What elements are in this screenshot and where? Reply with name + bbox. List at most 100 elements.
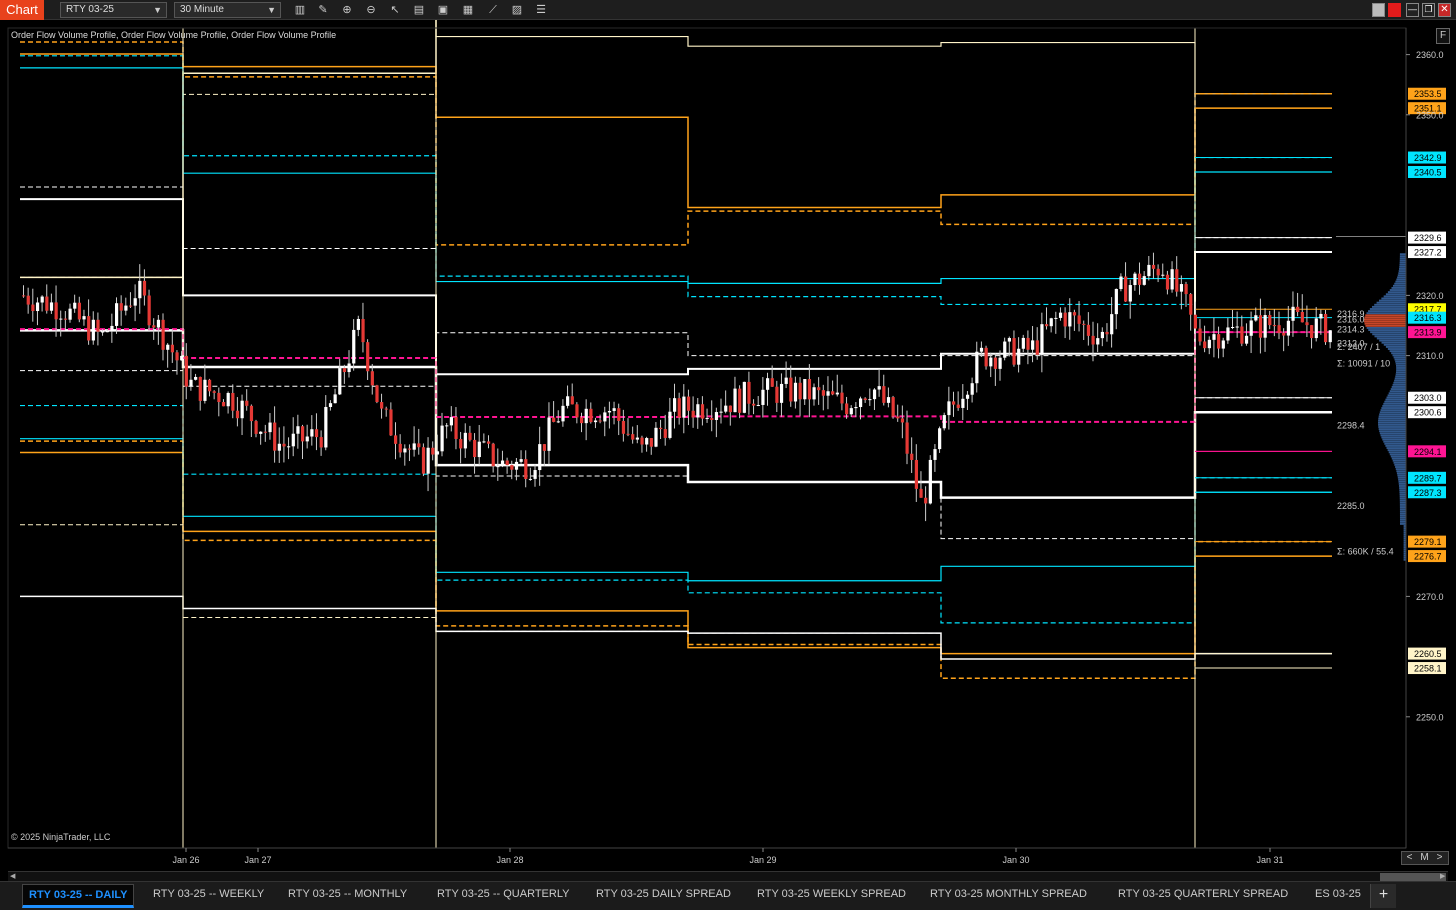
instrument-selector[interactable]: RTY 03-25 ▼: [60, 2, 167, 18]
profile-label: Σ: 2407 / 1: [1337, 342, 1380, 352]
candle-body: [1035, 340, 1039, 355]
candle-body: [319, 437, 323, 448]
candle-body: [1193, 314, 1197, 329]
candle-body: [654, 427, 658, 447]
candle-body: [491, 443, 495, 467]
app-title[interactable]: Chart: [0, 0, 44, 20]
candle-body: [454, 417, 458, 439]
profile-bar: [1374, 335, 1406, 338]
price-tick-label: 2360.0: [1416, 50, 1444, 60]
candle-body: [817, 387, 821, 391]
candle-body: [686, 396, 691, 411]
candle-body: [156, 319, 161, 328]
maximize-icon[interactable]: ❐: [1422, 3, 1435, 17]
tab-rty-quarterly-spread[interactable]: RTY 03-25 QUARTERLY SPREAD: [1112, 884, 1294, 908]
interval-selector[interactable]: 30 Minute ▼: [174, 2, 281, 18]
candle-body: [859, 398, 863, 408]
candle-body: [380, 402, 384, 409]
scroll-left-button[interactable]: <: [1402, 852, 1417, 864]
minimize-icon[interactable]: —: [1406, 3, 1419, 17]
candle-body: [1240, 326, 1244, 344]
candle-body: [1328, 330, 1332, 343]
close-icon[interactable]: ✕: [1438, 3, 1451, 17]
profile-bar: [1389, 350, 1406, 353]
profile-bar: [1393, 461, 1406, 464]
candle-body: [1221, 340, 1225, 349]
tab-rty-monthly-spread[interactable]: RTY 03-25 MONTHLY SPREAD: [924, 884, 1093, 908]
profile-bar: [1383, 343, 1406, 346]
profile-bar: [1378, 419, 1406, 422]
candle-body: [556, 421, 560, 423]
bar-type-icon[interactable]: ▥: [291, 2, 309, 18]
profile-bar: [1399, 512, 1406, 515]
candle-body: [128, 305, 133, 307]
profile-bar: [1379, 411, 1406, 414]
template-icon[interactable]: ▣: [434, 2, 452, 18]
data-box-icon[interactable]: ▨: [508, 2, 526, 18]
pointer-icon[interactable]: ↖: [386, 2, 404, 18]
chart-canvas[interactable]: 2316.92316.02314.32312.0Σ: 2407 / 1Σ: 10…: [0, 20, 1456, 871]
instrument-value: RTY 03-25: [66, 4, 114, 15]
candle-body: [649, 438, 653, 447]
profile-bar: [1390, 388, 1406, 391]
price-axis[interactable]: 2372.12369.72353.52351.12342.92340.52329…: [7, 20, 1446, 849]
cyan-level-line: [20, 67, 1332, 284]
strategy-icon[interactable]: ⟋: [484, 2, 502, 18]
candle-body: [831, 391, 835, 395]
candle-body: [398, 443, 402, 453]
tab-rty-quarterly[interactable]: RTY 03-25 -- QUARTERLY: [431, 884, 575, 908]
mode-button[interactable]: M: [1417, 852, 1432, 864]
profile-bar: [1399, 253, 1406, 256]
list-icon[interactable]: ☰: [532, 2, 550, 18]
pencil-icon[interactable]: ✎: [314, 2, 332, 18]
time-axis[interactable]: Jan 26 Jan 27 Jan 28 Jan 29 Jan 30 Jan 31: [172, 848, 1284, 865]
tab-rty-monthly[interactable]: RTY 03-25 -- MONTHLY: [282, 884, 413, 908]
tab-rty-weekly[interactable]: RTY 03-25 -- WEEKLY: [147, 884, 270, 908]
scroll-thumb[interactable]: [1380, 873, 1446, 881]
window-restore-icon[interactable]: [1372, 3, 1385, 17]
tab-rty-weekly-spread[interactable]: RTY 03-25 WEEKLY SPREAD: [751, 884, 912, 908]
candle-body: [1272, 325, 1277, 327]
candle-body: [500, 460, 505, 467]
profile-bar: [1395, 360, 1406, 363]
scroll-right-button[interactable]: >: [1432, 852, 1447, 864]
profile-bar: [1387, 348, 1406, 350]
zoom-out-icon[interactable]: ⊖: [362, 2, 380, 18]
candle-body: [45, 296, 49, 311]
properties-icon[interactable]: ▤: [410, 2, 428, 18]
indicators-icon[interactable]: ▦: [459, 2, 477, 18]
candle-body: [612, 408, 616, 411]
candle-body: [645, 438, 649, 445]
tab-es[interactable]: ES 03-25: [1309, 884, 1367, 908]
price-marker-value: 2289.7: [1414, 473, 1442, 483]
profile-bar: [1399, 493, 1406, 496]
horizontal-scrollbar[interactable]: ◀ ▶: [8, 871, 1448, 881]
profile-bar: [1392, 459, 1406, 462]
candle-body: [91, 319, 95, 341]
candle-body: [789, 377, 793, 402]
candle-body: [505, 460, 509, 466]
tab-rty-daily[interactable]: RTY 03-25 -- DAILY: [22, 884, 135, 908]
price-marker: 2289.7: [1408, 471, 1446, 484]
link-color-icon[interactable]: [1388, 3, 1401, 17]
candle-body: [733, 388, 737, 413]
candle-body: [924, 497, 928, 504]
profile-bar: [1381, 341, 1406, 344]
add-tab-button[interactable]: +: [1370, 884, 1396, 908]
tab-rty-daily-spread[interactable]: RTY 03-25 DAILY SPREAD: [590, 884, 737, 908]
panel-toggle-button[interactable]: F: [1436, 28, 1450, 44]
candle-body: [287, 446, 291, 448]
candle-body: [68, 308, 72, 320]
candle-body: [1091, 335, 1095, 345]
candle-body: [635, 437, 639, 440]
candle-body: [208, 379, 212, 392]
candle-body: [682, 396, 686, 418]
profile-label: 2314.3: [1337, 325, 1365, 335]
zoom-in-icon[interactable]: ⊕: [338, 2, 356, 18]
candle-body: [59, 318, 63, 320]
candle-body: [975, 351, 979, 384]
price-marker: 2279.1: [1408, 535, 1446, 548]
profile-bar: [1366, 327, 1406, 329]
candle-body: [528, 478, 533, 480]
candle-body: [1105, 331, 1109, 335]
